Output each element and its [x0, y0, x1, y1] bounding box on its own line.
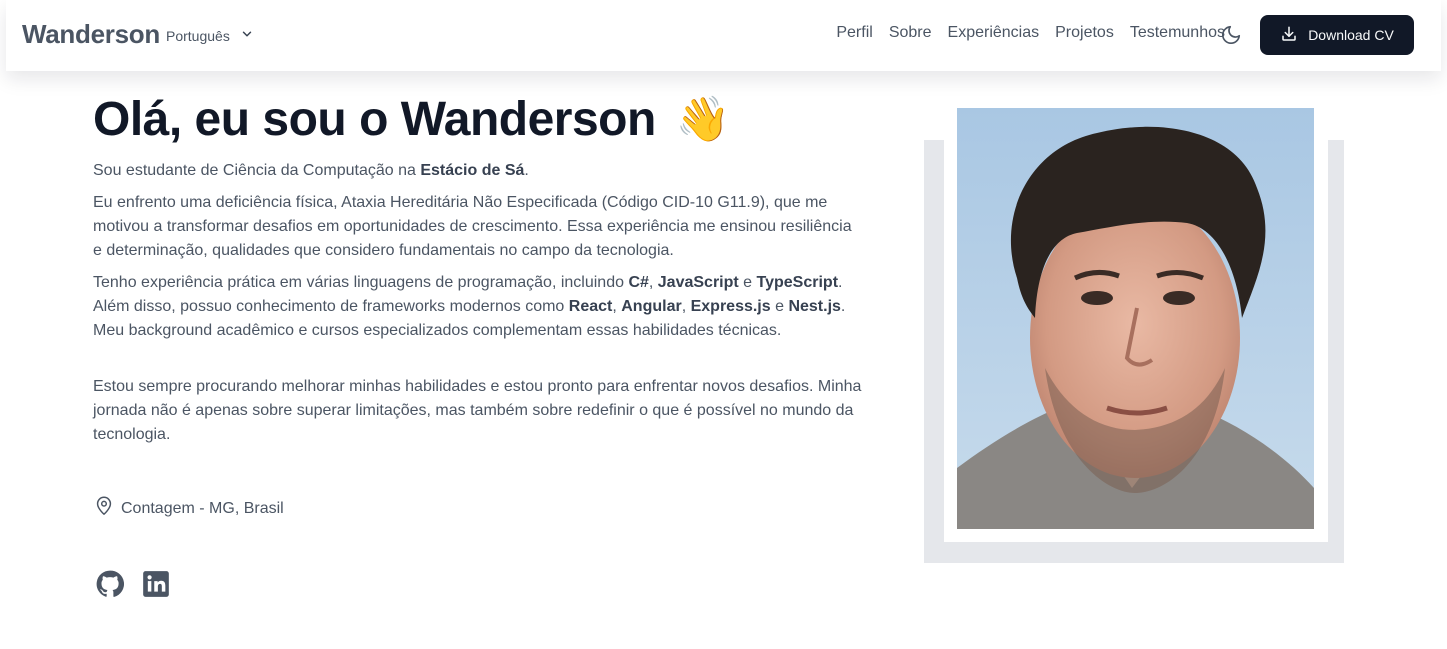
brand-logo[interactable]: Wanderson	[22, 19, 160, 50]
bold-term: Estácio de Sá	[420, 162, 525, 179]
bold-term: Express.js	[690, 298, 771, 315]
nav-link-sobre[interactable]: Sobre	[889, 24, 932, 42]
download-cv-label: Download CV	[1308, 27, 1394, 43]
text-run: Estou sempre procurando melhorar minhas …	[93, 378, 862, 443]
github-icon[interactable]	[96, 570, 124, 598]
location: Contagem - MG, Brasil	[93, 495, 284, 522]
main-nav: Perfil Sobre Experiências Projetos Teste…	[836, 24, 1225, 42]
text-run: Eu enfrento uma deficiência física, Atax…	[93, 194, 852, 259]
hero-title-block: Olá, eu sou o Wanderson 👋	[93, 92, 731, 147]
intro-paragraph-2: Eu enfrento uma deficiência física, Atax…	[93, 191, 863, 263]
text-run: ,	[612, 298, 622, 315]
intro-paragraph-3: Tenho experiência prática em várias ling…	[93, 271, 863, 343]
text-run: Sou estudante de Ciência da Computação n…	[93, 162, 421, 179]
text-run: Tenho experiência prática em várias ling…	[93, 274, 629, 291]
waving-hand-emoji: 👋	[675, 94, 731, 144]
intro-paragraph-4: Estou sempre procurando melhorar minhas …	[93, 375, 863, 447]
intro-paragraph-1: Sou estudante de Ciência da Computação n…	[93, 159, 863, 183]
text-run: .	[524, 162, 529, 179]
moon-icon[interactable]	[1220, 24, 1244, 48]
bold-term: TypeScript	[756, 274, 839, 291]
bold-term: C#	[628, 274, 649, 291]
nav-link-perfil[interactable]: Perfil	[836, 24, 872, 42]
bold-term: React	[568, 298, 613, 315]
nav-link-projetos[interactable]: Projetos	[1055, 24, 1114, 42]
linkedin-icon[interactable]	[142, 570, 170, 598]
text-run: ,	[648, 274, 658, 291]
page-title: Olá, eu sou o Wanderson	[93, 93, 656, 146]
text-run: ,	[681, 298, 691, 315]
language-select[interactable]: Português	[166, 27, 254, 44]
nav-link-testemunhos[interactable]: Testemunhos	[1130, 24, 1225, 42]
language-label: Português	[166, 27, 230, 44]
text-run: e	[738, 274, 757, 291]
social-links	[96, 570, 170, 598]
bold-term: Angular	[621, 298, 682, 315]
top-navbar: Wanderson Português Perfil Sobre Experiê…	[6, 0, 1441, 71]
chevron-down-icon	[240, 27, 254, 44]
bold-term: Nest.js	[788, 298, 841, 315]
nav-link-experiencias[interactable]: Experiências	[948, 24, 1040, 42]
profile-photo	[957, 108, 1314, 529]
download-icon	[1280, 25, 1298, 46]
profile-photo-illustration	[957, 108, 1314, 529]
download-cv-button[interactable]: Download CV	[1260, 15, 1414, 55]
text-run: e	[770, 298, 789, 315]
map-pin-icon	[93, 495, 115, 522]
location-text: Contagem - MG, Brasil	[121, 499, 284, 517]
bold-term: JavaScript	[657, 274, 739, 291]
